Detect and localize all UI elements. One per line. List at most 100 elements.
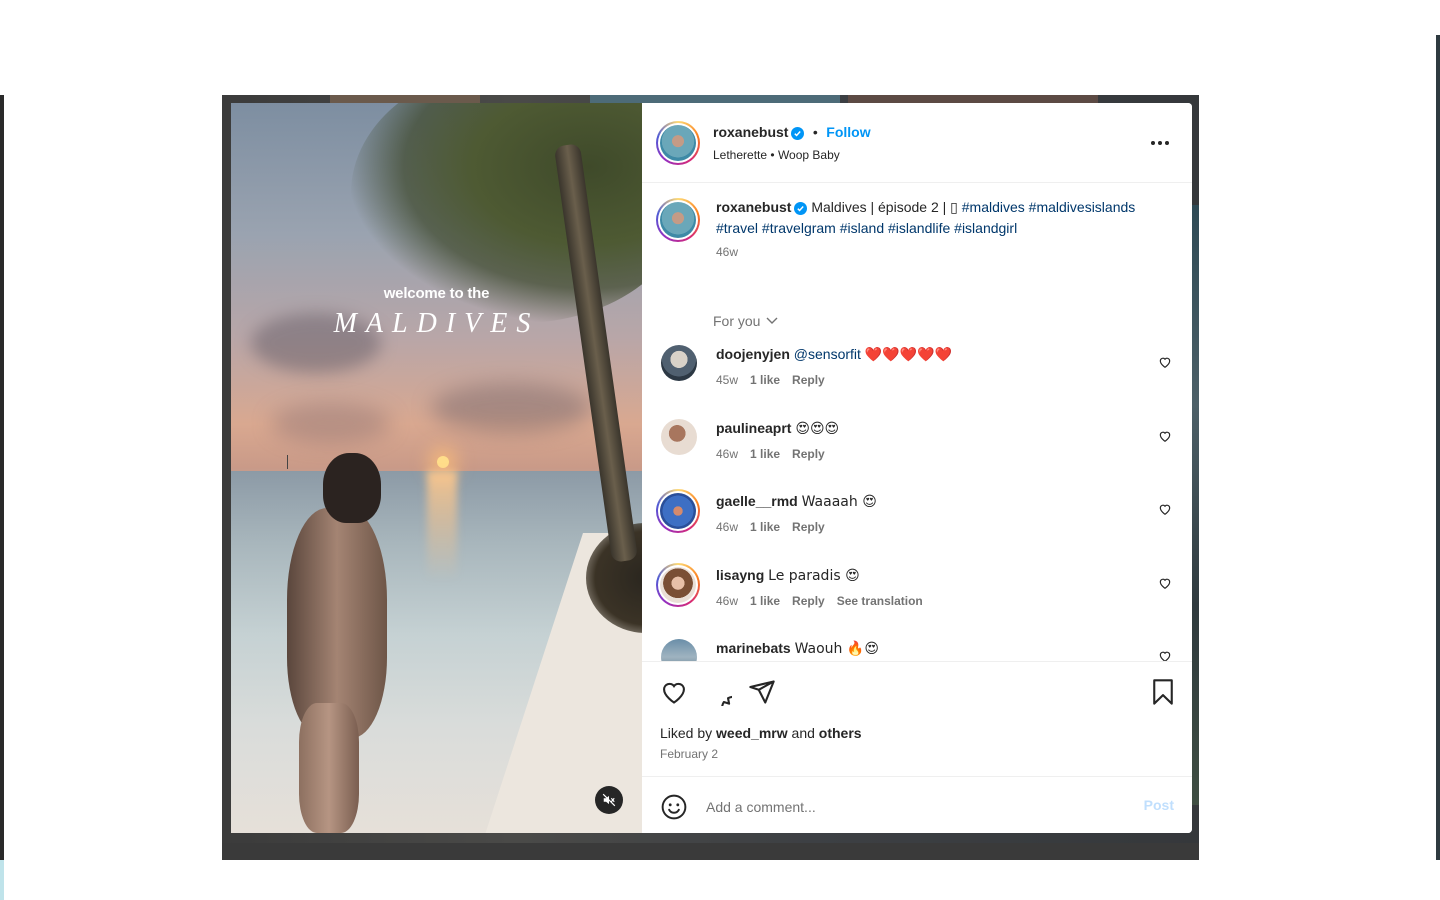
liked-by-line: Liked by weed_mrw and others <box>660 725 862 741</box>
comment-username[interactable]: gaelle__rmd <box>716 493 798 509</box>
comment-actions: 46w 1 like Reply See translation <box>716 594 923 608</box>
more-options-icon[interactable] <box>1148 133 1172 153</box>
audio-track[interactable]: Woop Baby <box>778 148 840 162</box>
comment-text: ❤️❤️❤️❤️❤️ <box>864 347 952 363</box>
comment-username[interactable]: paulineaprt <box>716 420 791 436</box>
post-date[interactable]: February 2 <box>660 747 718 761</box>
feed-gutter-left <box>4 95 222 860</box>
feed-bottom-edge <box>0 860 4 900</box>
comments-list[interactable]: roxanebust Maldives | épisode 2 | ▯ #mal… <box>642 183 1192 661</box>
person-hair <box>323 453 381 523</box>
paper-plane-icon[interactable] <box>748 678 776 706</box>
comment-username[interactable]: lisayng <box>716 567 764 583</box>
comment-username[interactable]: marinebats <box>716 640 791 656</box>
comment-text: Waaaah 😍 <box>801 494 877 510</box>
reply-button[interactable]: Reply <box>792 594 825 608</box>
post-action-bar: Liked by weed_mrw and others February 2 <box>642 661 1192 777</box>
hashtag[interactable]: #travel <box>716 220 758 236</box>
hashtag[interactable]: #maldivesislands <box>1029 199 1136 215</box>
comment-mention[interactable]: @sensorfit <box>794 346 861 362</box>
caption-text-block: roxanebust Maldives | épisode 2 | ▯ #mal… <box>716 197 1136 263</box>
add-comment-bar: Post <box>642 776 1192 833</box>
avatar[interactable] <box>661 345 697 381</box>
sky-cloud <box>271 403 391 443</box>
comment-username[interactable]: doojenyjen <box>716 346 790 362</box>
mute-button[interactable] <box>595 786 623 814</box>
post-header: roxanebust • Follow Letherette • Woop Ba… <box>642 103 1192 183</box>
author-username[interactable]: roxanebust <box>713 124 788 140</box>
heart-icon[interactable] <box>1158 429 1172 443</box>
comment-item: marinebats Waouh 🔥😍 <box>656 637 1192 661</box>
avatar-image <box>660 567 696 603</box>
feed-gutter-right <box>1199 95 1436 860</box>
post-video[interactable]: welcome to the MALDIVES <box>231 103 642 833</box>
avatar <box>660 125 696 161</box>
caption-author-avatar[interactable] <box>656 198 700 242</box>
comment-item: gaelle__rmd Waaaah 😍 46w 1 like Reply <box>656 489 1192 560</box>
liked-by-prefix: Liked by <box>660 725 713 741</box>
avatar[interactable] <box>661 639 697 661</box>
caption-age[interactable]: 46w <box>716 242 1136 263</box>
comment-item: lisayng Le paradis 😍 46w 1 like Reply Se… <box>656 563 1192 634</box>
video-overlay-line1: welcome to the <box>383 285 490 302</box>
comment-item: doojenyjen @sensorfit ❤️❤️❤️❤️❤️ 45w 1 l… <box>656 343 1192 413</box>
comment-text: Le paradis 😍 <box>768 568 860 584</box>
hashtag[interactable]: #maldives <box>962 199 1025 215</box>
separator-dot: • <box>770 148 775 162</box>
reply-button[interactable]: Reply <box>792 520 825 534</box>
avatar <box>660 202 696 238</box>
comment-likes[interactable]: 1 like <box>750 447 780 461</box>
comment-sort-dropdown[interactable]: For you <box>713 313 778 329</box>
comment-age[interactable]: 45w <box>716 373 738 387</box>
comment-age[interactable]: 46w <box>716 594 738 608</box>
comment-likes[interactable]: 1 like <box>750 373 780 387</box>
follow-button[interactable]: Follow <box>826 124 870 140</box>
liked-by-user[interactable]: weed_mrw <box>716 725 788 741</box>
comment-sort-label: For you <box>713 313 761 329</box>
comment-body: doojenyjen @sensorfit ❤️❤️❤️❤️❤️ <box>716 345 952 364</box>
comment-actions: 45w 1 like Reply <box>716 373 825 387</box>
sailboat <box>287 455 302 469</box>
comment-likes[interactable]: 1 like <box>750 520 780 534</box>
audio-artist[interactable]: Letherette <box>713 148 767 162</box>
verified-badge-icon <box>794 202 808 215</box>
person-legs <box>299 703 359 833</box>
reply-button[interactable]: Reply <box>792 447 825 461</box>
reply-button[interactable]: Reply <box>792 373 825 387</box>
avatar[interactable] <box>656 563 700 607</box>
see-translation-button[interactable]: See translation <box>837 594 923 608</box>
comment-body: gaelle__rmd Waaaah 😍 <box>716 492 877 511</box>
hashtag[interactable]: #islandlife <box>888 220 950 236</box>
bookmark-icon[interactable] <box>1149 678 1177 706</box>
avatar[interactable] <box>656 489 700 533</box>
hashtag[interactable]: #island <box>840 220 884 236</box>
comment-age[interactable]: 46w <box>716 520 738 534</box>
heart-icon[interactable] <box>1158 355 1172 369</box>
liked-by-and: and <box>791 725 815 741</box>
comment-likes[interactable]: 1 like <box>750 594 780 608</box>
feed-scrollbar[interactable] <box>1436 35 1440 860</box>
hashtag[interactable]: #travelgram <box>762 220 836 236</box>
audio-line[interactable]: Letherette • Woop Baby <box>713 148 840 162</box>
avatar-image <box>660 493 696 529</box>
video-overlay-line2: MALDIVES <box>333 308 540 339</box>
liked-by-others[interactable]: others <box>819 725 862 741</box>
avatar[interactable] <box>661 419 697 455</box>
separator-dot: • <box>812 124 818 140</box>
post-details-panel: roxanebust • Follow Letherette • Woop Ba… <box>642 103 1192 833</box>
post-comment-button[interactable]: Post <box>1144 797 1174 813</box>
caption-username[interactable]: roxanebust <box>716 199 791 215</box>
add-comment-input[interactable] <box>704 794 1128 820</box>
sun <box>437 456 449 468</box>
heart-icon[interactable] <box>1158 576 1172 590</box>
author-avatar[interactable] <box>656 121 700 165</box>
comment-item: paulineaprt 😍😍😍 46w 1 like Reply <box>656 417 1192 487</box>
heart-icon[interactable] <box>1158 649 1172 661</box>
heart-icon[interactable] <box>660 678 688 706</box>
comment-bubble-icon[interactable] <box>704 678 732 706</box>
smiley-icon[interactable] <box>661 794 687 820</box>
hashtag[interactable]: #islandgirl <box>954 220 1017 236</box>
comment-age[interactable]: 46w <box>716 447 738 461</box>
comment-text: 😍😍😍 <box>795 421 840 437</box>
heart-icon[interactable] <box>1158 502 1172 516</box>
